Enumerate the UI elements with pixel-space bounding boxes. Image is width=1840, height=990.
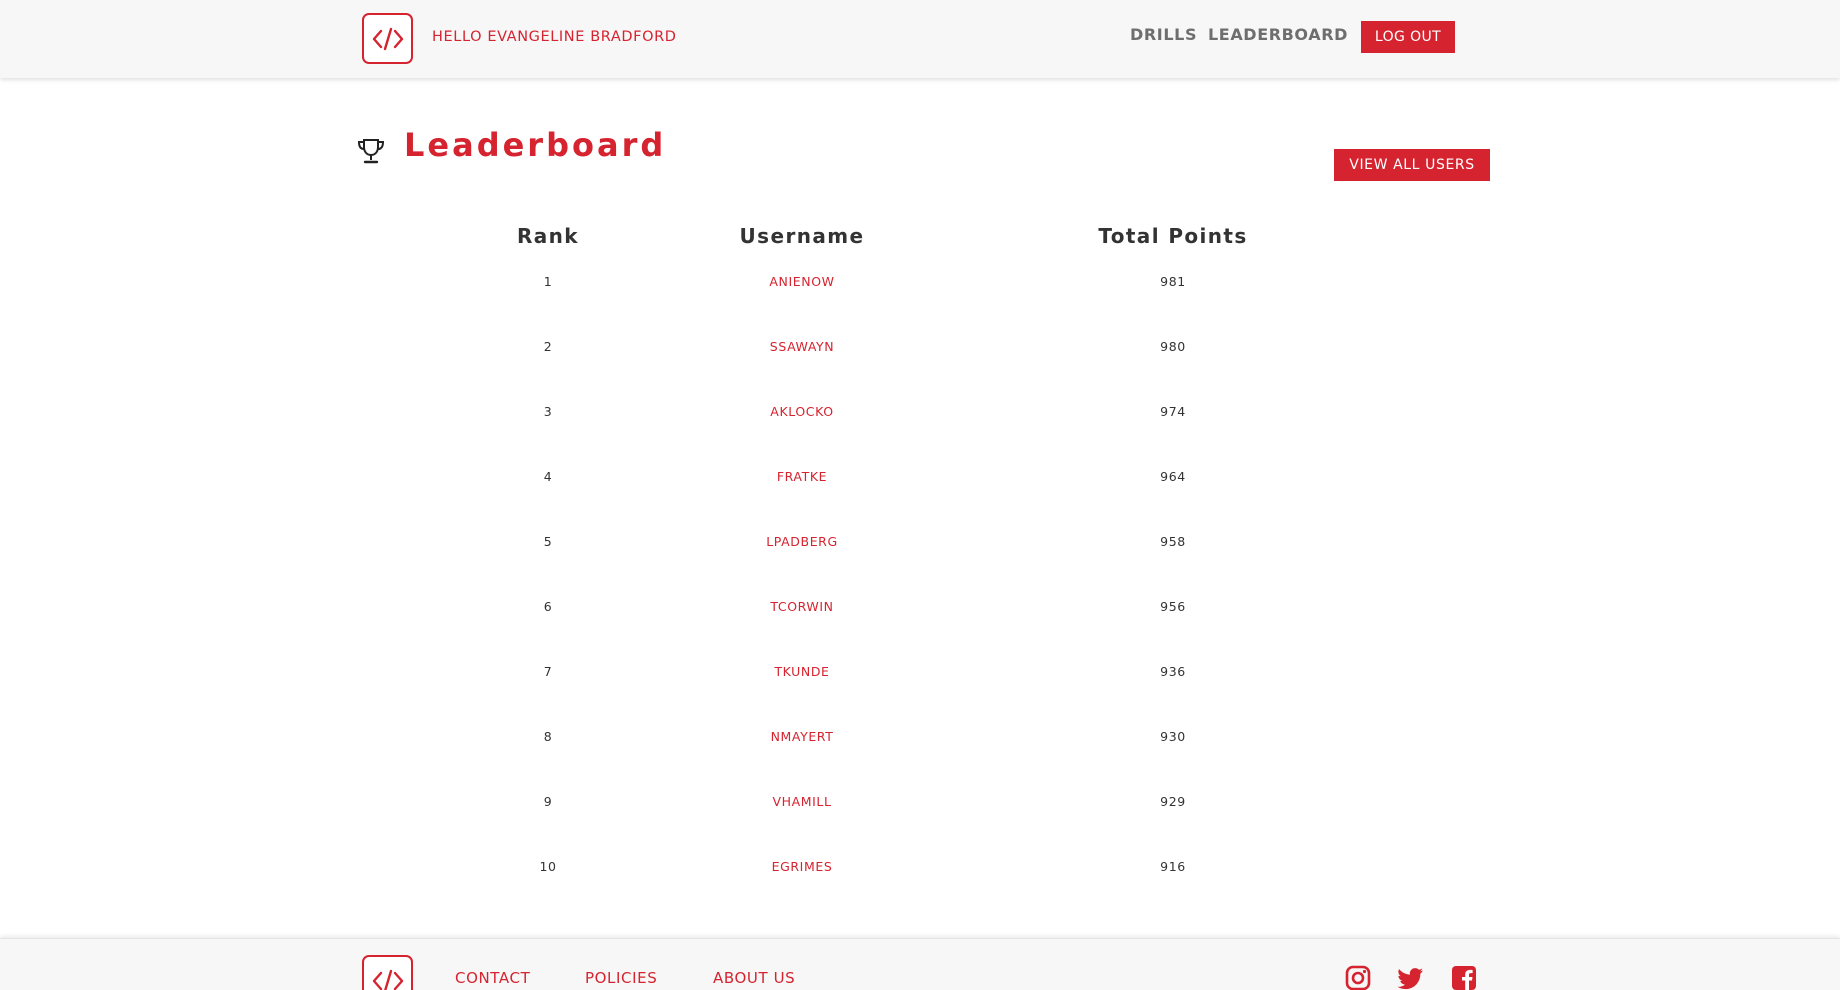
footer-contact-link[interactable]: CONTACT (455, 969, 530, 987)
points-cell: 956 (1160, 599, 1186, 614)
points-cell: 974 (1160, 404, 1186, 419)
rank-cell: 5 (543, 534, 553, 549)
points-cell: 929 (1160, 794, 1186, 809)
username-link[interactable]: SSAWAYN (770, 339, 834, 354)
footer-policies-link[interactable]: POLICIES (585, 969, 657, 987)
footer: CONTACT POLICIES ABOUT US (0, 938, 1840, 990)
points-cell: 981 (1160, 274, 1186, 289)
rank-cell: 8 (543, 729, 553, 744)
rank-cell: 3 (543, 404, 553, 419)
view-all-users-button[interactable]: VIEW ALL USERS (1334, 149, 1490, 181)
nav-leaderboard-link[interactable]: LEADERBOARD (1208, 25, 1348, 44)
logout-button[interactable]: LOG OUT (1361, 21, 1455, 53)
top-navbar: HELLO EVANGELINE BRADFORD DRILLS LEADERB… (0, 0, 1840, 78)
username-link[interactable]: FRATKE (777, 469, 827, 484)
points-cell: 980 (1160, 339, 1186, 354)
table-body: 1 ANIENOW 981 2 SSAWAYN 980 3 AKLOCKO 97… (0, 262, 1840, 912)
points-cell: 916 (1160, 859, 1186, 874)
points-cell: 964 (1160, 469, 1186, 484)
table-row: 6 TCORWIN 956 (0, 587, 1840, 652)
column-header-total-points: Total Points (1098, 224, 1248, 248)
user-greeting: HELLO EVANGELINE BRADFORD (432, 29, 677, 45)
username-link[interactable]: LPADBERG (766, 534, 838, 549)
instagram-icon[interactable] (1344, 964, 1372, 990)
footer-logo[interactable] (362, 955, 413, 990)
rank-cell: 1 (543, 274, 553, 289)
username-link[interactable]: TCORWIN (770, 599, 833, 614)
username-link[interactable]: AKLOCKO (770, 404, 833, 419)
table-row: 3 AKLOCKO 974 (0, 392, 1840, 457)
rank-cell: 10 (539, 859, 557, 874)
username-link[interactable]: ANIENOW (769, 274, 834, 289)
nav-drills-link[interactable]: DRILLS (1130, 25, 1197, 44)
code-brackets-icon (372, 27, 403, 50)
rank-cell: 9 (543, 794, 553, 809)
code-brackets-icon (372, 969, 403, 990)
points-cell: 958 (1160, 534, 1186, 549)
table-row: 9 VHAMILL 929 (0, 782, 1840, 847)
table-row: 8 NMAYERT 930 (0, 717, 1840, 782)
username-link[interactable]: NMAYERT (771, 729, 834, 744)
facebook-icon[interactable] (1450, 964, 1478, 990)
table-row: 5 LPADBERG 958 (0, 522, 1840, 587)
trophy-icon (357, 139, 385, 164)
points-cell: 936 (1160, 664, 1186, 679)
footer-about-link[interactable]: ABOUT US (713, 969, 795, 987)
rank-cell: 7 (543, 664, 553, 679)
points-cell: 930 (1160, 729, 1186, 744)
table-row: 10 EGRIMES 916 (0, 847, 1840, 912)
username-link[interactable]: EGRIMES (772, 859, 833, 874)
column-header-rank: Rank (516, 224, 580, 248)
table-row: 4 FRATKE 964 (0, 457, 1840, 522)
username-link[interactable]: TKUNDE (774, 664, 829, 679)
username-link[interactable]: VHAMILL (772, 794, 831, 809)
table-row: 7 TKUNDE 936 (0, 652, 1840, 717)
logo[interactable] (362, 13, 413, 64)
table-row: 1 ANIENOW 981 (0, 262, 1840, 327)
twitter-icon[interactable] (1397, 964, 1425, 990)
column-header-username: Username (739, 224, 865, 248)
rank-cell: 6 (543, 599, 553, 614)
rank-cell: 2 (543, 339, 553, 354)
rank-cell: 4 (543, 469, 553, 484)
table-row: 2 SSAWAYN 980 (0, 327, 1840, 392)
page-title: Leaderboard (404, 126, 667, 164)
